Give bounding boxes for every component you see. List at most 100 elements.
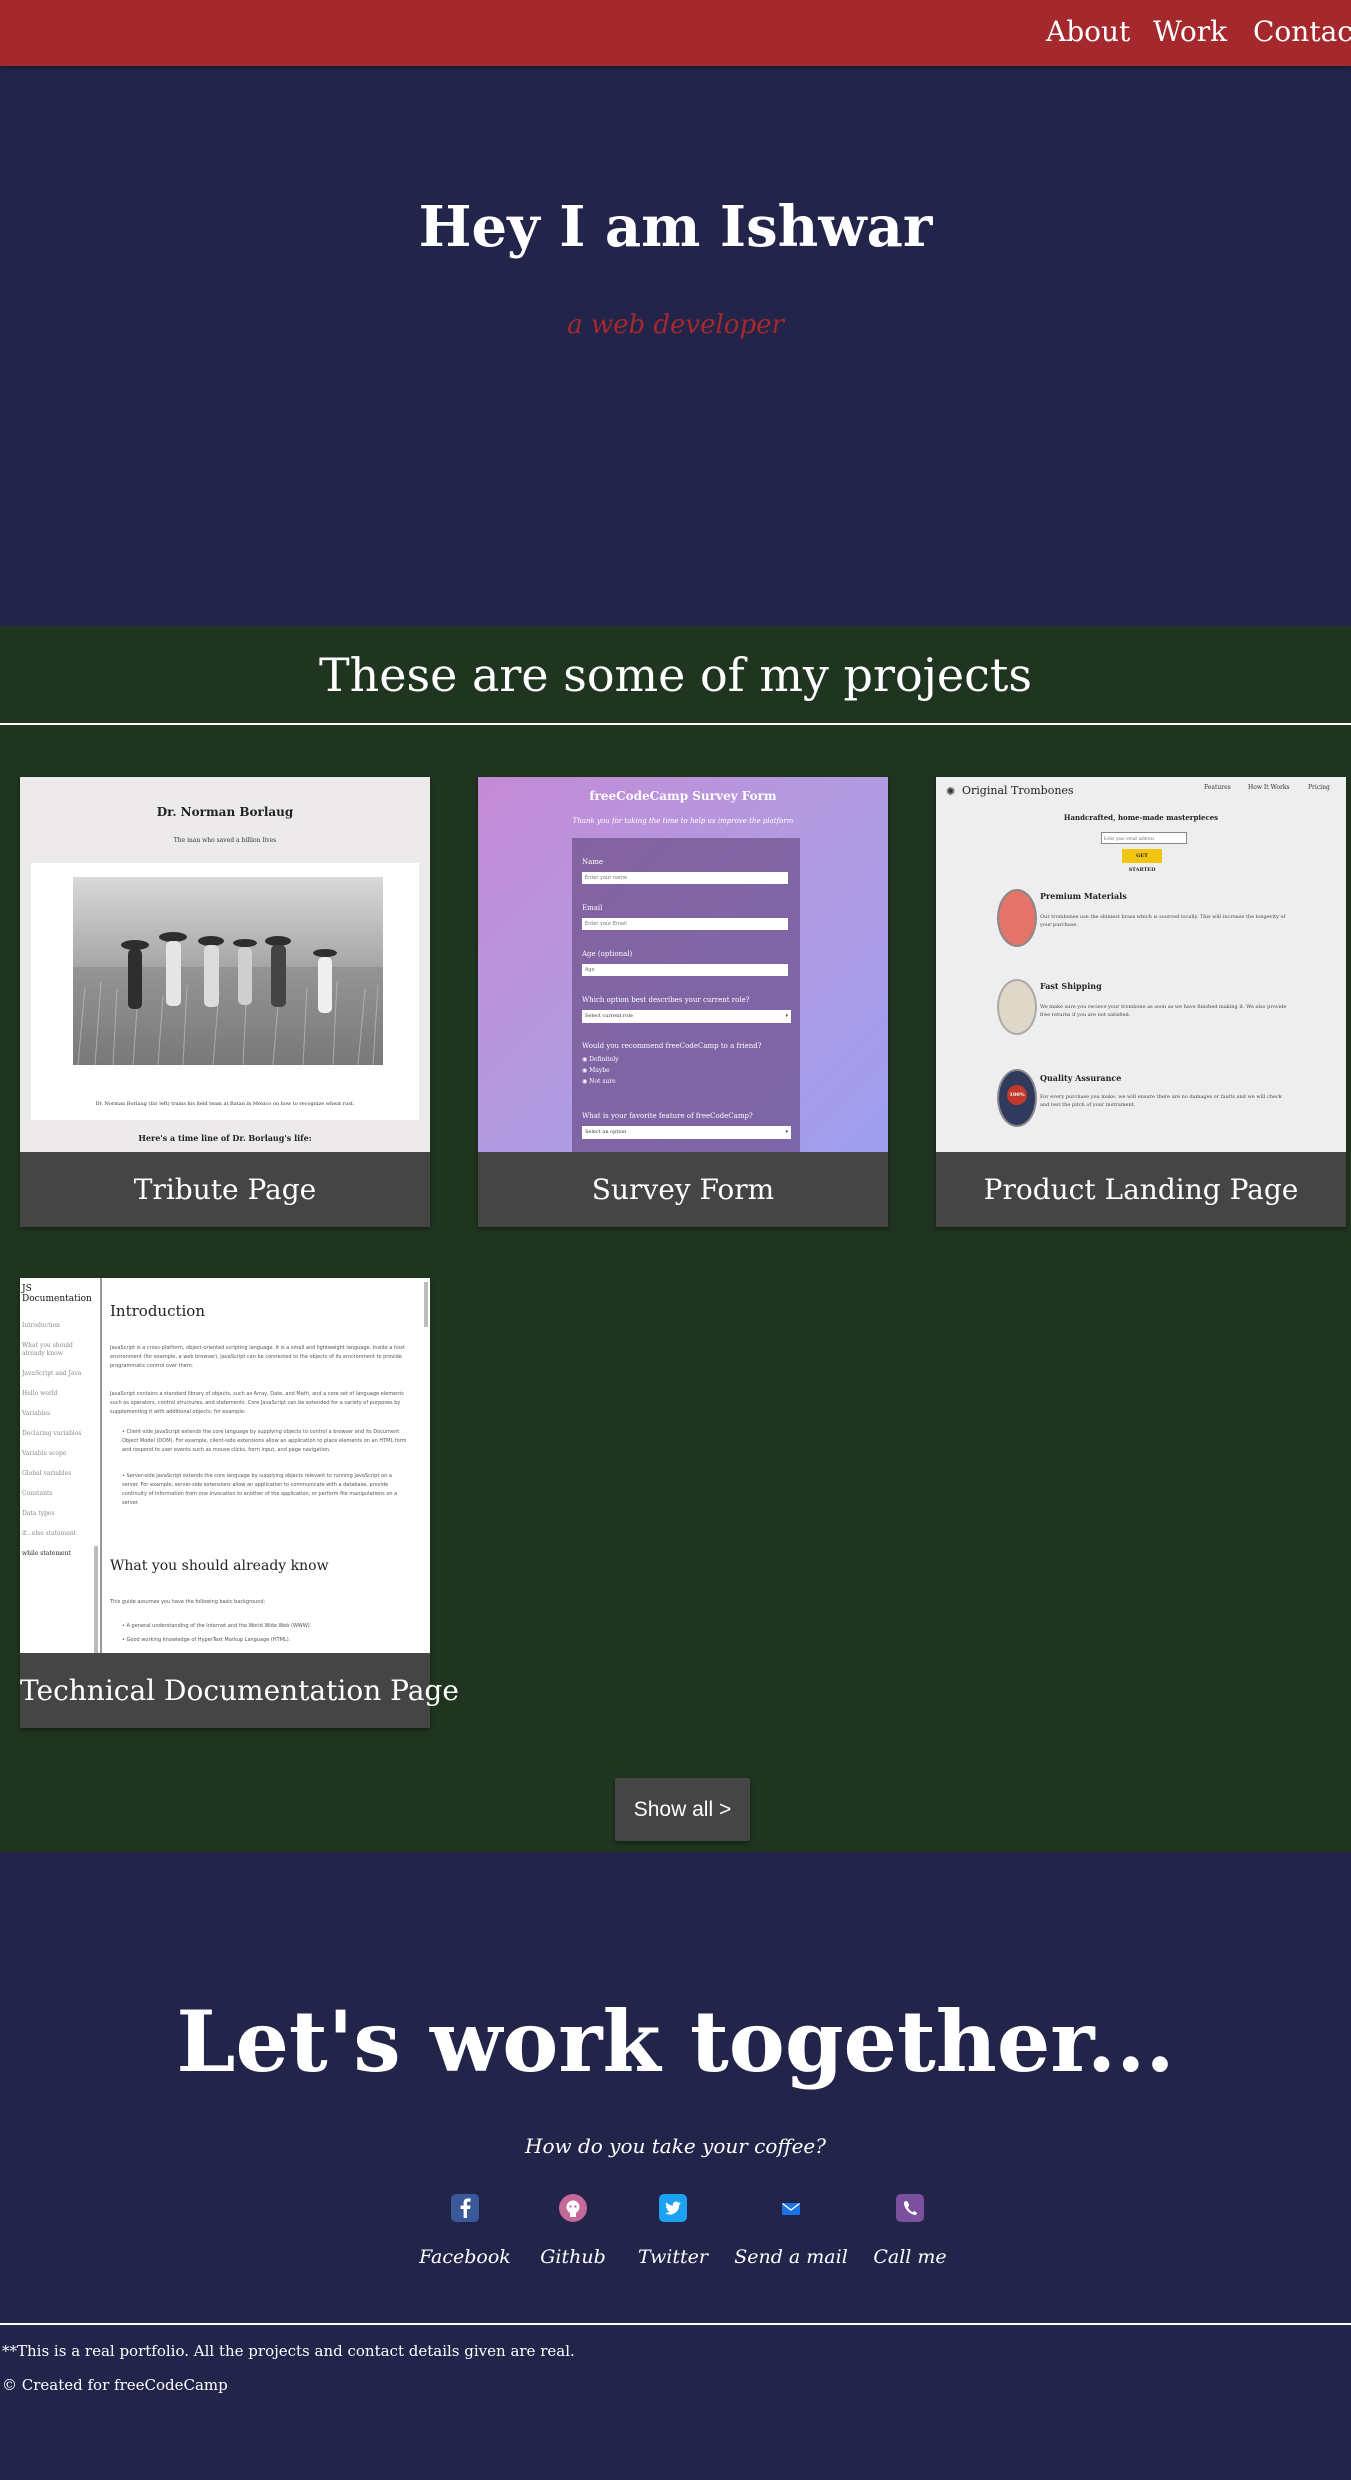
footer-credit: © Created for freeCodeCamp (2, 2376, 228, 2394)
tribute-timeline-heading: Here's a time line of Dr. Borlaug's life… (138, 1133, 312, 1143)
landing-logo-icon: ✺ (946, 785, 956, 798)
mail-icon (777, 2194, 805, 2222)
role-select[interactable]: Select current role ▾ (582, 1010, 791, 1023)
landing-nav-pricing[interactable]: Pricing (1308, 784, 1330, 791)
hero-title: Hey I am Ishwar (418, 194, 933, 260)
docs-sidebar: JS Documentation Introduction What you s… (20, 1278, 102, 1653)
docs-list-text: Client-side JavaScript extends the core … (122, 1429, 407, 1453)
project-title: Product Landing Page (936, 1152, 1346, 1227)
docs-nav-link[interactable]: Introduction (22, 1322, 92, 1330)
tribute-image-frame: Dr. Norman Borlaug (far left) trains his… (31, 863, 419, 1120)
show-all-button[interactable]: Show all > (615, 1778, 750, 1841)
landing-brand: Original Trombones (962, 784, 1074, 797)
survey-form-panel: Name Email Age (optional) Which option b… (572, 838, 800, 1152)
hero-subtitle: a web developer (567, 310, 784, 340)
docs-nav-link[interactable]: Variables (22, 1410, 92, 1418)
survey-form-thumbnail: freeCodeCamp Survey Form Thank you for t… (478, 777, 888, 1152)
project-card-tribute[interactable]: Dr. Norman Borlaug The man who saved a b… (20, 777, 430, 1227)
docs-sidebar-title: JS Documentation (22, 1284, 92, 1304)
docs-list-text: Good working knowledge of HyperText Mark… (126, 1637, 291, 1643)
docs-nav-link[interactable]: Constants (22, 1490, 92, 1498)
docs-main: Introduction JavaScript is a cross-platf… (110, 1278, 410, 1653)
feature-select[interactable]: Select an option ▾ (582, 1126, 791, 1139)
footer-note: **This is a real portfolio. All the proj… (2, 2342, 575, 2360)
docs-nav-link[interactable]: What you should already know (22, 1342, 92, 1358)
projects-heading: These are some of my projects (318, 648, 1033, 702)
twitter-icon (659, 2194, 687, 2222)
landing-headline: Handcrafted, home-made masterpieces (1063, 813, 1219, 822)
docs-sidebar-list: Introduction What you should already kno… (22, 1322, 92, 1570)
docs-nav-link[interactable]: Declaring variables (22, 1430, 92, 1438)
docs-list-item: • Server-side JavaScript extends the cor… (122, 1472, 410, 1508)
viber-icon (896, 2194, 924, 2222)
feature-title-shipping: Fast Shipping (1040, 981, 1102, 991)
quality-badge-icon: 100% (997, 1069, 1037, 1127)
docs-paragraph: JavaScript contains a standard library o… (110, 1391, 404, 1415)
docs-sidebar-scrollbar[interactable] (94, 1546, 98, 1653)
radio-maybe[interactable]: ◉ Maybe (582, 1067, 610, 1074)
contact-link-label: Call me (873, 2246, 947, 2268)
truck-icon (997, 979, 1037, 1035)
role-select-value: Select current role (585, 1013, 633, 1019)
tribute-heading: Dr. Norman Borlaug (156, 805, 294, 819)
email-label: Email (582, 904, 603, 912)
docs-heading-intro: Introduction (110, 1302, 205, 1320)
tribute-photo (73, 877, 383, 1065)
chevron-down-icon: ▾ (785, 1129, 788, 1135)
radio-definitely[interactable]: ◉ Definitely (582, 1056, 619, 1063)
quality-badge-center: 100% (1007, 1085, 1027, 1105)
docs-list-item: • A general understanding of the Interne… (122, 1622, 410, 1631)
top-navbar: About Work Contact (0, 0, 1351, 66)
project-title: Technical Documentation Page (20, 1653, 459, 1728)
age-label: Age (optional) (582, 950, 633, 958)
docs-nav-link[interactable]: Data types (22, 1510, 92, 1518)
landing-cta-button[interactable]: GET STARTED (1122, 849, 1162, 873)
docs-nav-link[interactable]: while statement (22, 1550, 92, 1558)
landing-email-input[interactable] (1101, 832, 1187, 844)
radio-not-sure[interactable]: ◉ Not sure (582, 1078, 616, 1085)
docs-main-scrollbar[interactable] (424, 1282, 428, 1327)
survey-title: freeCodeCamp Survey Form (589, 789, 777, 803)
docs-paragraph: JavaScript is a cross-platform, object-o… (110, 1345, 405, 1369)
contact-link-call[interactable]: Call me (840, 2194, 980, 2268)
docs-nav-link[interactable]: JavaScript and Java (22, 1370, 92, 1378)
feature-title-quality: Quality Assurance (1040, 1073, 1122, 1083)
product-landing-thumbnail: ✺ Original Trombones Features How It Wor… (936, 777, 1346, 1152)
docs-paragraph: This guide assumes you have the followin… (110, 1599, 266, 1605)
name-input[interactable] (582, 872, 788, 884)
name-label: Name (582, 858, 604, 866)
welcome-section: Hey I am Ishwar a web developer (0, 66, 1351, 626)
radio-label: Maybe (589, 1067, 610, 1074)
feature-select-value: Select an option (585, 1129, 627, 1135)
email-input[interactable] (582, 918, 788, 930)
docs-nav-link[interactable]: Global variables (22, 1470, 92, 1478)
nav-link-about[interactable]: About (1046, 15, 1130, 48)
docs-list-item: • Client-side JavaScript extends the cor… (122, 1428, 410, 1455)
contact-question: How do you take your coffee? (525, 2134, 826, 2158)
feature-text-quality: For every purchase you make, we will ens… (1040, 1094, 1282, 1108)
contact-heading: Let's work together... (176, 1992, 1175, 2091)
tech-docs-thumbnail: JS Documentation Introduction What you s… (20, 1278, 430, 1653)
docs-nav-link[interactable]: if...else statement (22, 1530, 92, 1538)
docs-nav-link[interactable]: Hello world (22, 1390, 92, 1398)
project-card-landing[interactable]: ✺ Original Trombones Features How It Wor… (936, 777, 1346, 1227)
project-card-survey[interactable]: freeCodeCamp Survey Form Thank you for t… (478, 777, 888, 1227)
feature-text-shipping: We make sure you recieve your trombone a… (1040, 1004, 1287, 1018)
landing-nav-how[interactable]: How It Works (1248, 784, 1290, 791)
github-icon (559, 2194, 587, 2222)
age-input[interactable] (582, 964, 788, 976)
landing-nav-features[interactable]: Features (1204, 784, 1231, 791)
docs-nav-link[interactable]: Variable scope (22, 1450, 92, 1458)
footer-divider (0, 2323, 1351, 2325)
nav-link-work[interactable]: Work (1153, 15, 1227, 48)
survey-description: Thank you for taking the time to help us… (572, 817, 794, 825)
project-card-docs[interactable]: JS Documentation Introduction What you s… (20, 1278, 459, 1728)
tribute-tagline: The man who saved a billion lives (173, 837, 277, 844)
nav-link-contact[interactable]: Contact (1253, 15, 1351, 48)
docs-list-text: A general understanding of the Internet … (126, 1623, 312, 1629)
facebook-icon (451, 2194, 479, 2222)
projects-section: These are some of my projects Dr. Norman… (0, 626, 1351, 1852)
project-title: Survey Form (478, 1152, 888, 1227)
docs-list-text: Server-side JavaScript extends the core … (122, 1473, 398, 1506)
radio-label: Definitely (589, 1056, 619, 1063)
